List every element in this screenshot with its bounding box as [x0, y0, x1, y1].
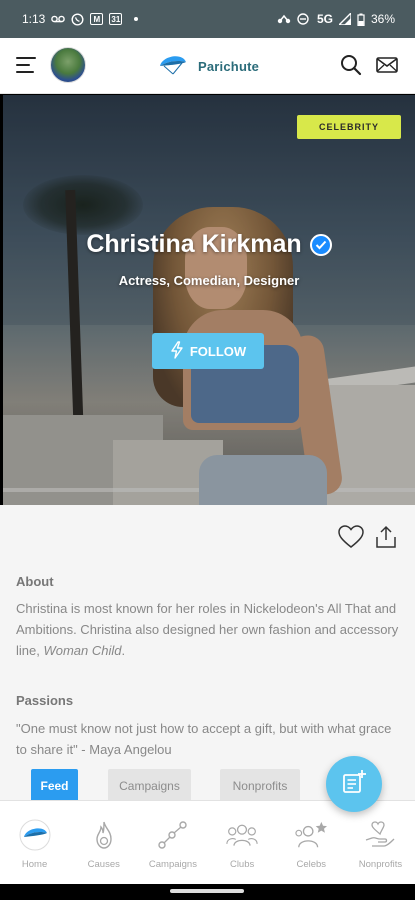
profile-name: Christina Kirkman	[86, 230, 302, 258]
nav-home[interactable]: Home	[0, 801, 69, 884]
status-right: 5G 36%	[277, 12, 395, 26]
nav-causes-label: Causes	[87, 859, 120, 870]
campaigns-icon	[157, 819, 189, 851]
avatar[interactable]	[50, 47, 86, 83]
nav-celebs[interactable]: Celebs	[277, 801, 346, 884]
tab-campaigns[interactable]: Campaigns	[108, 769, 191, 803]
menu-icon[interactable]	[16, 57, 36, 75]
link-icon	[277, 14, 291, 24]
nav-campaigns-label: Campaigns	[148, 859, 197, 870]
profile-name-row: Christina Kirkman	[3, 230, 415, 259]
verified-icon	[309, 233, 332, 256]
mail-icon[interactable]	[376, 56, 398, 74]
new-post-button[interactable]	[326, 756, 382, 812]
follow-label: FOLLOW	[189, 343, 247, 359]
gmail-icon: M	[90, 13, 104, 25]
about-italic: Woman Child	[43, 643, 122, 658]
do-not-disturb-icon	[297, 13, 309, 25]
voicemail-icon	[51, 15, 66, 23]
signal-icon	[338, 13, 351, 25]
home-icon	[19, 819, 51, 851]
about-end: .	[121, 643, 126, 658]
nav-nonprofits[interactable]: Nonprofits	[346, 801, 415, 884]
tab-nonprofits[interactable]: Nonprofits	[220, 769, 300, 803]
gesture-area	[0, 884, 415, 900]
network-label: 5G	[316, 12, 333, 26]
search-icon[interactable]	[340, 54, 362, 76]
tab-feed[interactable]: Feed	[31, 769, 78, 803]
app-header: Parichute	[0, 38, 415, 94]
causes-icon	[88, 819, 120, 851]
parichute-logo-icon	[158, 52, 188, 81]
calendar-icon: 31	[109, 13, 123, 25]
nav-causes[interactable]: Causes	[69, 801, 138, 884]
clubs-icon	[226, 819, 258, 851]
about-heading: About	[16, 574, 54, 589]
share-icon[interactable]	[375, 525, 397, 549]
nav-home-label: Home	[21, 859, 48, 870]
celebrity-badge: CELEBRITY	[297, 115, 401, 139]
home-gesture-bar[interactable]	[170, 889, 244, 893]
nonprofits-icon	[364, 819, 396, 851]
bottom-nav: Home Causes Campaigns Clubs Celebs Nonpr…	[0, 800, 415, 884]
passions-heading: Passions	[16, 693, 74, 708]
nav-celebs-label: Celebs	[296, 859, 327, 870]
new-post-icon	[341, 769, 367, 800]
passions-quote: "One must know not just how to accept a …	[16, 721, 392, 757]
battery-level: 36%	[370, 12, 395, 26]
about-text: Christina is most known for her roles in…	[16, 598, 401, 661]
brand[interactable]: Parichute	[158, 52, 259, 81]
profile-subtitle: Actress, Comedian, Designer	[118, 273, 300, 288]
follow-button[interactable]: FOLLOW	[152, 333, 264, 369]
battery-icon	[357, 13, 365, 26]
whatsapp-icon	[71, 12, 84, 26]
dot-icon	[134, 17, 139, 21]
brand-name: Parichute	[198, 59, 260, 74]
lightning-icon	[170, 340, 184, 362]
status-bar: 1:13 M 31 5G 36%	[0, 0, 415, 38]
nav-nonprofits-label: Nonprofits	[358, 859, 403, 870]
heart-icon[interactable]	[338, 525, 364, 549]
status-time: 1:13	[22, 12, 46, 26]
nav-clubs-label: Clubs	[229, 859, 255, 870]
profile-hero: CELEBRITY Christina Kirkman Actress, Com…	[3, 95, 415, 505]
status-left: 1:13 M 31	[22, 12, 139, 26]
celebs-icon	[295, 819, 328, 851]
nav-clubs[interactable]: Clubs	[208, 801, 277, 884]
nav-campaigns[interactable]: Campaigns	[138, 801, 207, 884]
